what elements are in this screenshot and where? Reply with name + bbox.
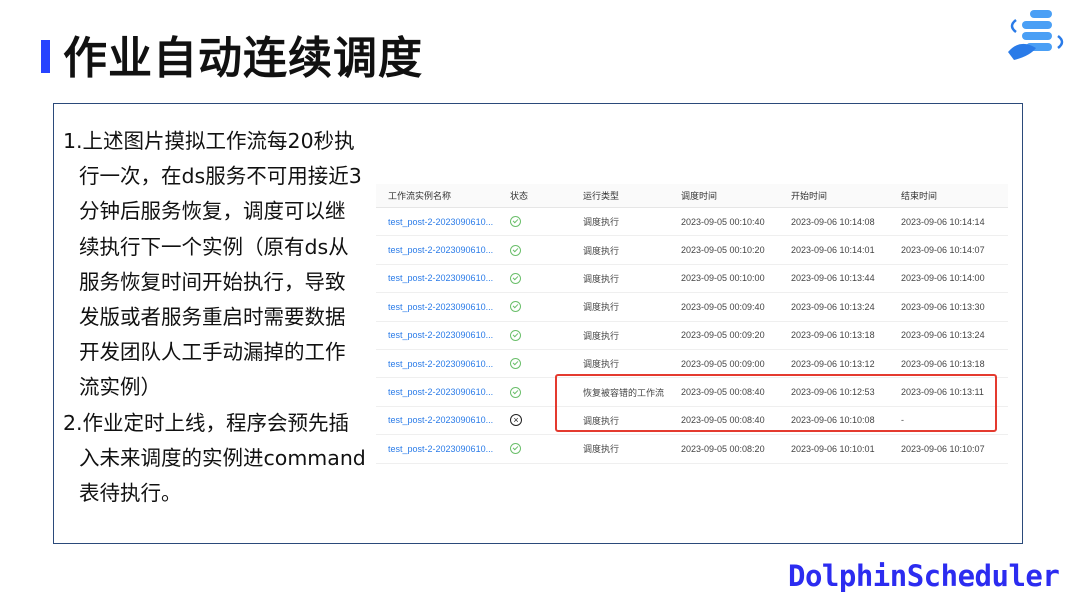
column-header-name: 工作流实例名称 (376, 184, 498, 208)
column-header-start-time: 开始时间 (779, 184, 889, 208)
page-title: 作业自动连续调度 (63, 33, 423, 84)
table-row: test_post-2-2023090610... 调度执行 2023-09-05 … (376, 207, 1008, 237)
workflow-instance-link[interactable]: test_post-2-2023090610... (376, 235, 498, 265)
workflow-instance-link[interactable]: test_post-2-2023090610... (376, 207, 498, 237)
description-line: 发版或者服务重启时需要数据 (79, 304, 346, 329)
column-header-schedule-time: 调度时间 (669, 184, 779, 208)
workflow-instance-link[interactable]: test_post-2-2023090610... (376, 321, 498, 350)
end-time-cell: 2023-09-06 10:10:07 (889, 434, 1008, 464)
description-line: 流实例） (79, 375, 161, 400)
end-time-cell: 2023-09-06 10:13:30 (889, 292, 1008, 322)
end-time-cell: 2023-09-06 10:14:00 (889, 264, 1008, 294)
description-line: 行一次，在ds服务不可用接近3 (79, 164, 362, 189)
table-row: test_post-2-2023090610... 调度执行 2023-09-05 … (376, 292, 1008, 322)
start-time-cell: 2023-09-06 10:13:18 (779, 321, 889, 350)
run-type-cell: 调度执行 (571, 292, 669, 322)
success-check-icon (510, 301, 521, 313)
status-cell (498, 292, 571, 322)
description-line: 表待执行。 (79, 480, 182, 505)
column-header-status: 状态 (498, 184, 571, 208)
schedule-time-cell: 2023-09-05 00:08:20 (669, 434, 779, 464)
table-row: test_post-2-2023090610... 调度执行 2023-09-05 … (376, 264, 1008, 294)
title-accent-bar (41, 40, 50, 73)
end-time-cell: 2023-09-06 10:13:24 (889, 321, 1008, 350)
status-cell (498, 235, 571, 265)
table-row: test_post-2-2023090610... 调度执行 2023-09-05 … (376, 434, 1008, 464)
status-cell (498, 264, 571, 294)
start-time-cell: 2023-09-06 10:13:24 (779, 292, 889, 322)
brand-wordmark: DolphinScheduler (788, 559, 1060, 593)
highlight-box (555, 374, 997, 432)
success-check-icon (510, 244, 521, 256)
start-time-cell: 2023-09-06 10:14:08 (779, 207, 889, 237)
dolphinscheduler-logo-icon (1008, 10, 1064, 60)
schedule-time-cell: 2023-09-05 00:09:20 (669, 321, 779, 350)
schedule-time-cell: 2023-09-05 00:10:40 (669, 207, 779, 237)
table-row: test_post-2-2023090610... 调度执行 2023-09-05 … (376, 321, 1008, 350)
workflow-instance-link[interactable]: test_post-2-2023090610... (376, 292, 498, 322)
run-type-cell: 调度执行 (571, 264, 669, 294)
success-check-icon (510, 386, 521, 398)
success-check-icon (510, 329, 521, 341)
description-line: 2.作业定时上线，程序会预先插 (63, 410, 350, 435)
description-line: 入未来调度的实例进command (79, 445, 366, 470)
workflow-instance-link[interactable]: test_post-2-2023090610... (376, 434, 498, 464)
workflow-instance-link[interactable]: test_post-2-2023090610... (376, 349, 498, 379)
status-cell (498, 434, 571, 464)
success-check-icon (510, 443, 521, 455)
run-type-cell: 调度执行 (571, 207, 669, 237)
run-type-cell: 调度执行 (571, 321, 669, 350)
failed-x-icon: × (510, 414, 522, 427)
description-line: 1.上述图片摸拟工作流每20秒执 (63, 129, 355, 153)
description-line: 续执行下一个实例（原有ds从 (79, 234, 349, 259)
status-cell (498, 207, 571, 237)
run-type-cell: 调度执行 (571, 235, 669, 265)
description-line: 分钟后服务恢复，调度可以继 (79, 199, 346, 224)
status-cell (498, 321, 571, 350)
workflow-instance-link[interactable]: test_post-2-2023090610... (376, 264, 498, 294)
schedule-time-cell: 2023-09-05 00:10:20 (669, 235, 779, 265)
table-header-row: 工作流实例名称 状态 运行类型 调度时间 开始时间 结束时间 (376, 184, 1008, 208)
description-line: 服务恢复时间开始执行，导致 (79, 269, 346, 294)
success-check-icon (510, 358, 521, 370)
start-time-cell: 2023-09-06 10:13:44 (779, 264, 889, 294)
success-check-icon (510, 273, 521, 285)
column-header-run-type: 运行类型 (571, 184, 669, 208)
end-time-cell: 2023-09-06 10:14:14 (889, 207, 1008, 237)
run-type-cell: 调度执行 (571, 434, 669, 464)
end-time-cell: 2023-09-06 10:14:07 (889, 235, 1008, 265)
schedule-time-cell: 2023-09-05 00:09:40 (669, 292, 779, 322)
workflow-instance-link[interactable]: test_post-2-2023090610... (376, 377, 498, 407)
description-text: 1.上述图片摸拟工作流每20秒执 行一次，在ds服务不可用接近3 分钟后服务恢复… (63, 124, 366, 511)
start-time-cell: 2023-09-06 10:10:01 (779, 434, 889, 464)
start-time-cell: 2023-09-06 10:14:01 (779, 235, 889, 265)
workflow-instance-link[interactable]: test_post-2-2023090610... (376, 406, 498, 436)
column-header-end-time: 结束时间 (889, 184, 1008, 208)
description-line: 开发团队人工手动漏掉的工作 (79, 340, 346, 365)
table-row: test_post-2-2023090610... 调度执行 2023-09-05 … (376, 235, 1008, 265)
success-check-icon (510, 216, 521, 228)
schedule-time-cell: 2023-09-05 00:10:00 (669, 264, 779, 294)
